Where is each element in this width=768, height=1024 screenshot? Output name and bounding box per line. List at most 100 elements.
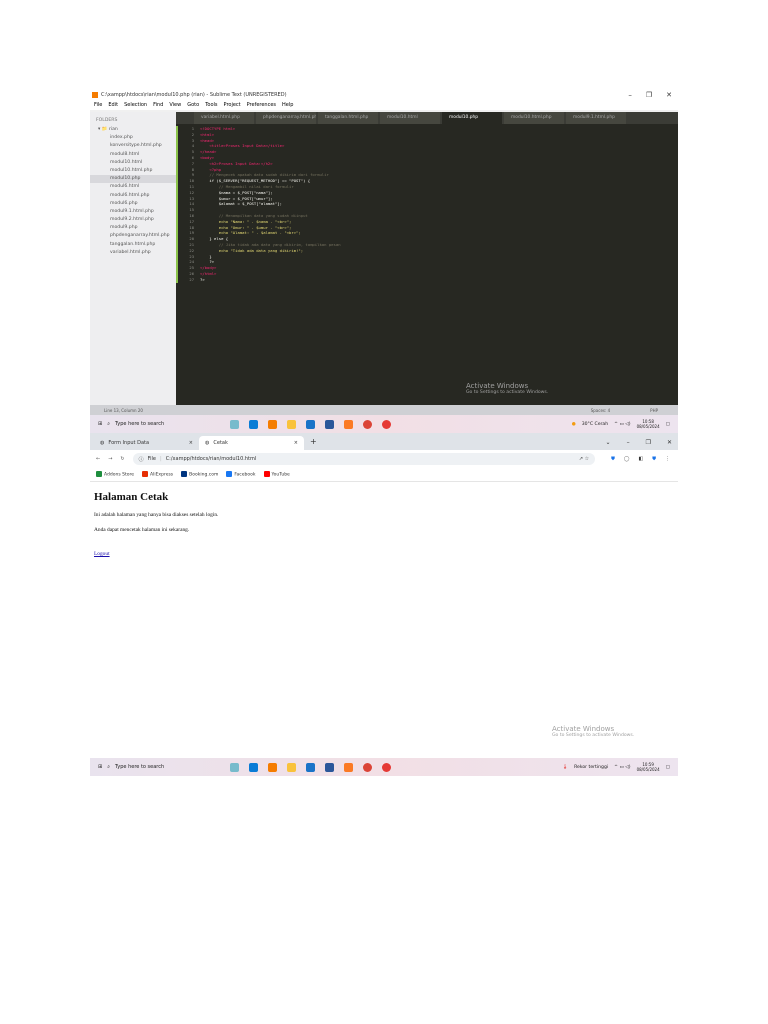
- menu-selection[interactable]: Selection: [124, 102, 147, 108]
- code-area[interactable]: <!DOCTYPE html> <html> <head> <title>Prose…: [200, 126, 341, 283]
- forward-icon[interactable]: →: [108, 456, 112, 462]
- sidebar-file[interactable]: variabel.html.php: [90, 249, 176, 257]
- menu-project[interactable]: Project: [224, 102, 241, 108]
- notification-icon[interactable]: ▢: [666, 765, 670, 770]
- tab-search-button[interactable]: ⌄: [606, 439, 611, 446]
- editor-tab[interactable]: modul10.html.php: [504, 112, 564, 124]
- bookmark[interactable]: Addons Store: [96, 471, 134, 478]
- mail-icon[interactable]: [306, 419, 315, 429]
- menu-file[interactable]: File: [94, 102, 102, 108]
- explorer-icon[interactable]: [287, 762, 296, 772]
- taskbar-search[interactable]: Type here to search: [115, 421, 164, 427]
- address-bar[interactable]: ⓘ File | C:/xampp/htdocs/rian/modul10.html ↗…: [132, 453, 596, 465]
- tray-icons[interactable]: ^ ▭ ◁): [614, 765, 630, 770]
- xampp-icon[interactable]: [344, 419, 353, 429]
- sidebar-file[interactable]: modul10.html.php: [90, 167, 176, 175]
- bookmark[interactable]: YouTube: [263, 471, 290, 478]
- editor-tab[interactable]: modul10.php: [442, 112, 502, 124]
- menu-find[interactable]: Find: [153, 102, 163, 108]
- windows-start-icon[interactable]: ⊞: [98, 764, 102, 770]
- editor-tab[interactable]: variabel.html.php: [194, 112, 254, 124]
- edge-icon[interactable]: [249, 419, 258, 429]
- weather-text[interactable]: Rekor tertinggi: [574, 765, 608, 770]
- bookmark[interactable]: AliExpress: [142, 471, 173, 478]
- menu-tools[interactable]: Tools: [205, 102, 217, 108]
- cursor-position: Line 13, Column 20: [104, 407, 143, 413]
- clock[interactable]: 10:59 08/05/2024: [637, 762, 660, 772]
- xampp-icon[interactable]: [344, 762, 353, 772]
- windows-start-icon[interactable]: ⊞: [98, 421, 102, 427]
- minimize-button[interactable]: –: [628, 91, 632, 99]
- url-text[interactable]: C:/xampp/htdocs/rian/modul10.html: [166, 456, 257, 462]
- menu-preferences[interactable]: Preferences: [247, 102, 276, 108]
- sidebar-file[interactable]: modul9.php: [90, 224, 176, 232]
- notification-icon[interactable]: ▢: [666, 422, 670, 427]
- close-tab-icon[interactable]: ×: [189, 440, 193, 446]
- editor[interactable]: variabel.html.php phpdenganarray.html.php…: [176, 112, 678, 405]
- close-button[interactable]: ✕: [667, 439, 672, 446]
- sidebar-file[interactable]: konversitype.html.php: [90, 142, 176, 150]
- sidebar-file[interactable]: index.php: [90, 134, 176, 142]
- sublime-icon[interactable]: [268, 419, 277, 429]
- explorer-icon[interactable]: [287, 419, 296, 429]
- taskbar-search[interactable]: Type here to search: [115, 764, 164, 770]
- menu-edit[interactable]: Edit: [108, 102, 118, 108]
- profile-shield-icon[interactable]: ⛊: [652, 456, 656, 462]
- sidebar-file[interactable]: phpdenganarray.html.php: [90, 232, 176, 240]
- tray-icons[interactable]: ^ ▭ ◁): [614, 422, 630, 427]
- menu-view[interactable]: View: [169, 102, 181, 108]
- sidebar-file[interactable]: modul6.php: [90, 200, 176, 208]
- sublime-icon[interactable]: [268, 762, 277, 772]
- menu-goto[interactable]: Goto: [187, 102, 199, 108]
- line-number: 27: [189, 276, 194, 282]
- sidebar-file[interactable]: modul10.html: [90, 159, 176, 167]
- extension-shield-icon[interactable]: ⛊: [611, 456, 615, 462]
- indent-setting[interactable]: Spaces: 4: [591, 408, 610, 413]
- side-panel-icon[interactable]: ◧: [639, 456, 644, 462]
- app-icon-2[interactable]: [382, 762, 391, 772]
- logout-link[interactable]: Logout: [94, 551, 110, 557]
- sidebar-file[interactable]: tanggalan.html.php: [90, 241, 176, 249]
- close-tab-icon[interactable]: ×: [294, 440, 298, 446]
- menu-icon[interactable]: ⋮: [665, 456, 670, 462]
- editor-tab[interactable]: modul10.html: [380, 112, 440, 124]
- word-icon[interactable]: [325, 762, 334, 772]
- weather-text[interactable]: 30°C Cerah: [582, 422, 608, 427]
- new-tab-button[interactable]: +: [310, 437, 317, 446]
- tab-form-input-data[interactable]: ◍ Form Input Data ×: [94, 436, 199, 450]
- app-icon-2[interactable]: [382, 419, 391, 429]
- chrome-icon[interactable]: [363, 419, 372, 429]
- app-icon[interactable]: [230, 419, 239, 429]
- sidebar-file[interactable]: modul8.html: [90, 151, 176, 159]
- tab-cetak[interactable]: ◍ Cetak ×: [199, 436, 304, 450]
- sidebar-file[interactable]: modul9.2.html.php: [90, 216, 176, 224]
- date: 08/05/2024: [636, 424, 660, 429]
- extension-icon[interactable]: ◯: [624, 456, 630, 462]
- back-icon[interactable]: ←: [96, 456, 100, 462]
- word-icon[interactable]: [325, 419, 334, 429]
- maximize-button[interactable]: ❐: [646, 91, 652, 99]
- watermark-title: Activate Windows: [552, 725, 615, 733]
- clock[interactable]: 10:58 08/05/2024: [637, 419, 660, 429]
- mail-icon[interactable]: [306, 762, 315, 772]
- syntax-setting[interactable]: PHP: [650, 408, 658, 413]
- restore-button[interactable]: ❐: [646, 439, 651, 446]
- app-icon[interactable]: [230, 762, 239, 772]
- edge-icon[interactable]: [249, 762, 258, 772]
- share-icon[interactable]: ↗ ☆: [579, 456, 589, 462]
- sidebar-file[interactable]: modul6.html: [90, 183, 176, 191]
- editor-tab[interactable]: phpdenganarray.html.php: [256, 112, 316, 124]
- reload-icon[interactable]: ↻: [120, 456, 124, 462]
- sidebar-file[interactable]: modul9.1.html.php: [90, 208, 176, 216]
- bookmark[interactable]: Facebook: [226, 471, 256, 478]
- menu-help[interactable]: Help: [282, 102, 293, 108]
- editor-tab[interactable]: modul9.1.html.php: [566, 112, 626, 124]
- chrome-icon[interactable]: [363, 762, 372, 772]
- sidebar-file[interactable]: modul6.html.php: [90, 192, 176, 200]
- sidebar-file[interactable]: modul10.php: [90, 175, 176, 184]
- minimize-button[interactable]: –: [627, 439, 630, 446]
- folder-rian[interactable]: ▾ 📁 rian: [90, 126, 176, 134]
- bookmark[interactable]: Booking.com: [181, 471, 218, 478]
- close-button[interactable]: ✕: [666, 91, 672, 99]
- editor-tab[interactable]: tanggalan.html.php: [318, 112, 378, 124]
